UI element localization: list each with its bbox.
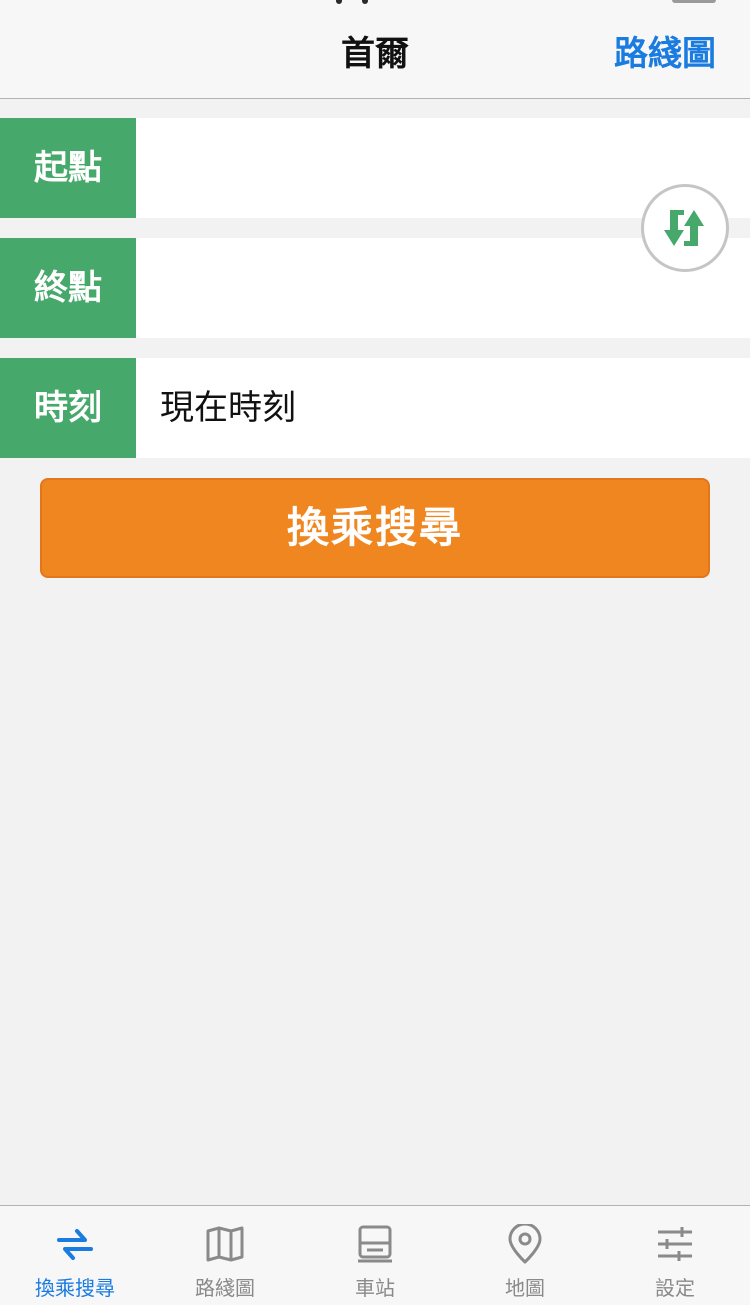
status-bar-fragment (362, 0, 368, 4)
tab-label: 換乘搜尋 (35, 1276, 115, 1300)
tab-transfer-search[interactable]: 換乘搜尋 (0, 1206, 150, 1305)
origin-row[interactable]: 起點 (0, 118, 750, 218)
time-label: 時刻 (0, 358, 136, 458)
destination-label: 終點 (0, 238, 136, 338)
tab-label: 設定 (655, 1276, 695, 1300)
destination-row[interactable]: 終點 (0, 238, 750, 338)
tab-map[interactable]: 地圖 (450, 1206, 600, 1305)
status-bar-fragment (336, 0, 342, 4)
route-map-link[interactable]: 路綫圖 (614, 28, 716, 80)
swap-stations-button[interactable] (641, 184, 729, 272)
tab-settings[interactable]: 設定 (600, 1206, 750, 1305)
time-row[interactable]: 時刻 現在時刻 (0, 358, 750, 458)
battery-icon (672, 0, 716, 3)
navigation-bar: 首爾 路綫圖 (0, 0, 750, 99)
tab-route-map[interactable]: 路綫圖 (150, 1206, 300, 1305)
location-pin-icon (508, 1224, 542, 1264)
transfer-icon (57, 1229, 93, 1260)
time-field[interactable]: 現在時刻 (160, 358, 640, 458)
tab-label: 地圖 (505, 1276, 545, 1300)
transfer-search-button[interactable]: 換乘搜尋 (40, 478, 710, 578)
origin-label: 起點 (0, 118, 136, 218)
tab-label: 車站 (355, 1276, 395, 1300)
tab-bar: 換乘搜尋 路綫圖 車站 地圖 設定 (0, 1205, 750, 1305)
swap-arrows-icon (664, 210, 704, 246)
station-icon (358, 1225, 392, 1263)
origin-field[interactable] (160, 118, 640, 218)
tab-station[interactable]: 車站 (300, 1206, 450, 1305)
destination-field[interactable] (160, 238, 640, 338)
tab-label: 路綫圖 (195, 1276, 255, 1300)
sliders-icon (658, 1227, 692, 1261)
map-book-icon (206, 1226, 244, 1262)
